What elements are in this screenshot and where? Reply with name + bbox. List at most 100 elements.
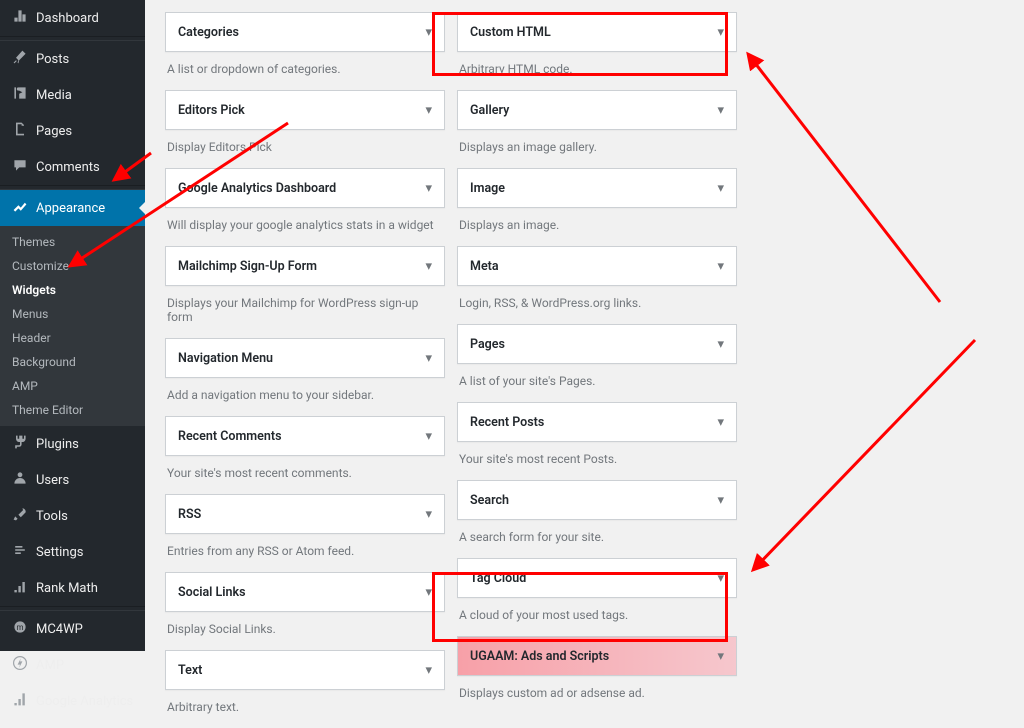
chevron-down-icon[interactable]: ▾: [717, 181, 724, 196]
users-icon: [10, 470, 30, 490]
widget-title: Image: [470, 181, 505, 196]
chevron-down-icon[interactable]: ▾: [425, 181, 432, 196]
submenu-widgets[interactable]: Widgets: [0, 278, 145, 302]
widget-title: Text: [178, 663, 202, 678]
widget-title: Editors Pick: [178, 103, 245, 118]
widget-item[interactable]: Editors Pick ▾: [165, 90, 445, 130]
chevron-down-icon[interactable]: ▾: [425, 429, 432, 444]
widget-description: A cloud of your most used tags.: [457, 598, 737, 636]
chevron-down-icon[interactable]: ▾: [717, 25, 724, 40]
widget-item[interactable]: Tag Cloud ▾: [457, 558, 737, 598]
appearance-submenu: Themes Customize Widgets Menus Header Ba…: [0, 226, 145, 426]
widget-title: Recent Posts: [470, 415, 544, 430]
appearance-icon: [10, 198, 30, 218]
sidebar-item-ga[interactable]: Google Analytics: [0, 683, 145, 719]
submenu-themes[interactable]: Themes: [0, 230, 145, 254]
plugins-icon: [10, 434, 30, 454]
chevron-down-icon[interactable]: ▾: [717, 493, 724, 508]
submenu-menus[interactable]: Menus: [0, 302, 145, 326]
widget-item[interactable]: Recent Posts ▾: [457, 402, 737, 442]
widget-item[interactable]: Text ▾: [165, 650, 445, 690]
sidebar-item-users[interactable]: Users: [0, 462, 145, 498]
chevron-down-icon[interactable]: ▾: [717, 415, 724, 430]
sidebar-item-comments[interactable]: Comments: [0, 149, 145, 185]
widget-title: Navigation Menu: [178, 351, 273, 366]
sidebar-item-plugins[interactable]: Plugins: [0, 426, 145, 462]
widget-item[interactable]: Meta ▾: [457, 246, 737, 286]
sidebar-item-label: Pages: [36, 124, 72, 139]
sidebar-item-media[interactable]: Media: [0, 77, 145, 113]
widget-item[interactable]: Image ▾: [457, 168, 737, 208]
pages-icon: [10, 121, 30, 141]
widget-title: Search: [470, 493, 509, 508]
chevron-down-icon[interactable]: ▾: [425, 585, 432, 600]
widget-item[interactable]: Mailchimp Sign-Up Form▾: [165, 246, 445, 286]
chevron-down-icon[interactable]: ▾: [425, 25, 432, 40]
amp-icon: [10, 655, 30, 675]
settings-icon: [10, 542, 30, 562]
sidebar-item-pages[interactable]: Pages: [0, 113, 145, 149]
sidebar-item-settings[interactable]: Settings: [0, 534, 145, 570]
widget-title: Categories: [178, 25, 239, 40]
widget-item[interactable]: Pages▾: [457, 324, 737, 364]
widget-title: Meta: [470, 259, 499, 274]
widget-description: Displays an image gallery.: [457, 130, 737, 168]
submenu-background[interactable]: Background: [0, 350, 145, 374]
sidebar-item-mc4wp[interactable]: m MC4WP: [0, 611, 145, 647]
widget-item[interactable]: Gallery ▾: [457, 90, 737, 130]
chevron-down-icon[interactable]: ▾: [717, 337, 724, 352]
mc4wp-icon: m: [10, 619, 30, 639]
widget-description: Your site's most recent Posts.: [457, 442, 737, 480]
widget-item[interactable]: Recent Comments ▾: [165, 416, 445, 456]
widget-description: Your site's most recent comments.: [165, 456, 445, 494]
submenu-amp[interactable]: AMP: [0, 374, 145, 398]
widget-item[interactable]: Google Analytics Dashboard▾: [165, 168, 445, 208]
sidebar-item-label: AMP: [36, 658, 64, 673]
sidebar-item-label: Tools: [36, 509, 68, 524]
widget-description: Arbitrary HTML code.: [457, 52, 737, 90]
widget-title: Gallery: [470, 103, 509, 118]
widget-item[interactable]: Social Links▾: [165, 572, 445, 612]
widget-title: Tag Cloud: [470, 571, 526, 586]
chevron-down-icon[interactable]: ▾: [717, 571, 724, 586]
widget-title: Recent Comments: [178, 429, 282, 444]
widget-title: RSS: [178, 507, 201, 522]
widget-item[interactable]: RSS ▾: [165, 494, 445, 534]
chevron-down-icon[interactable]: ▾: [425, 259, 432, 274]
chevron-down-icon[interactable]: ▾: [425, 351, 432, 366]
widget-item[interactable]: Search ▾: [457, 480, 737, 520]
widget-column-right: Custom HTML ▾ Arbitrary HTML code. Gallery ▾…: [457, 12, 737, 728]
submenu-customize[interactable]: Customize: [0, 254, 145, 278]
media-icon: [10, 85, 30, 105]
widget-item[interactable]: Navigation Menu ▾: [165, 338, 445, 378]
available-widgets: Categories▾A list or dropdown of categor…: [165, 0, 1024, 728]
widget-item[interactable]: Custom HTML ▾: [457, 12, 737, 52]
comments-icon: [10, 157, 30, 177]
chevron-down-icon[interactable]: ▾: [425, 103, 432, 118]
widget-description: Displays your Mailchimp for WordPress si…: [165, 286, 445, 338]
widget-description: Displays custom ad or adsense ad.: [457, 676, 737, 714]
sidebar-item-rankmath[interactable]: Rank Math: [0, 570, 145, 606]
widget-description: Add a navigation menu to your sidebar.: [165, 378, 445, 416]
chevron-down-icon[interactable]: ▾: [717, 103, 724, 118]
widget-description: Login, RSS, & WordPress.org links.: [457, 286, 737, 324]
submenu-theme-editor[interactable]: Theme Editor: [0, 398, 145, 422]
widget-item[interactable]: UGAAM: Ads and Scripts▾: [457, 636, 737, 676]
sidebar-item-tools[interactable]: Tools: [0, 498, 145, 534]
sidebar-item-label: Appearance: [36, 201, 105, 216]
chevron-down-icon[interactable]: ▾: [717, 259, 724, 274]
widget-item[interactable]: Categories ▾: [165, 12, 445, 52]
widget-title: Custom HTML: [470, 25, 551, 40]
chevron-down-icon[interactable]: ▾: [425, 507, 432, 522]
sidebar-item-posts[interactable]: Posts: [0, 41, 145, 77]
submenu-header[interactable]: Header: [0, 326, 145, 350]
sidebar-item-amp[interactable]: AMP: [0, 647, 145, 683]
widget-description: A search form for your site.: [457, 520, 737, 558]
widget-description: Arbitrary text.: [165, 690, 445, 728]
sidebar-item-label: Plugins: [36, 437, 79, 452]
sidebar-item-label: Comments: [36, 160, 100, 175]
sidebar-item-appearance[interactable]: Appearance: [0, 190, 145, 226]
widget-description: A list of your site's Pages.: [457, 364, 737, 402]
sidebar-item-dashboard[interactable]: Dashboard: [0, 0, 145, 36]
chevron-down-icon[interactable]: ▾: [425, 663, 432, 678]
